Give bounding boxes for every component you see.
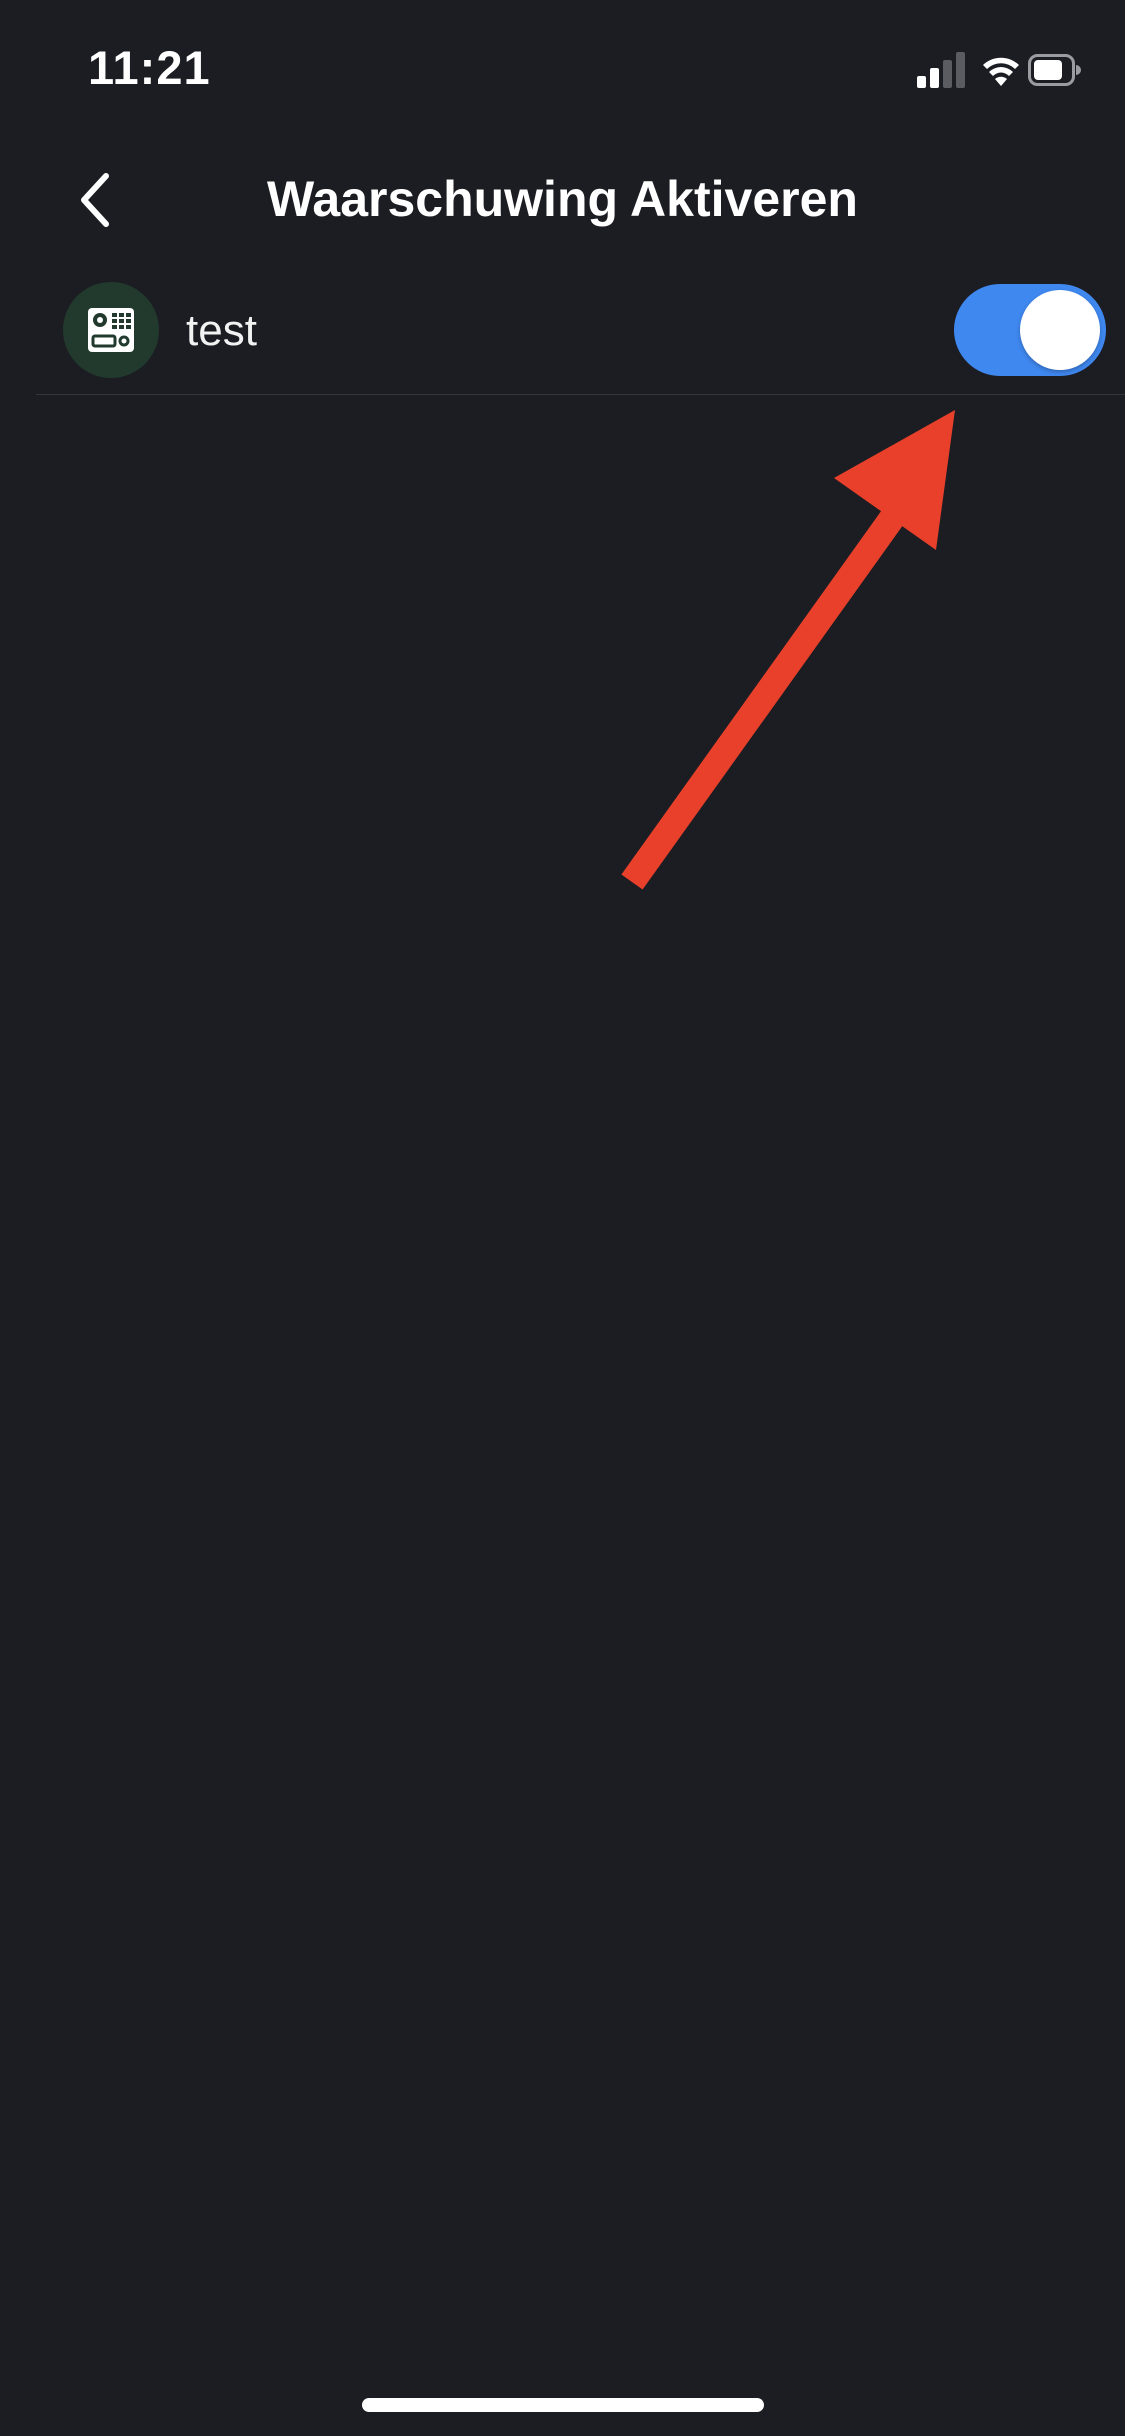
device-avatar [63, 282, 159, 378]
page-title: Waarschuwing Aktiveren [267, 171, 858, 227]
nav-bar: Waarschuwing Aktiveren [0, 150, 1125, 250]
home-indicator[interactable] [362, 2398, 764, 2412]
alert-toggle[interactable] [954, 284, 1106, 376]
status-icons [881, 50, 1081, 90]
device-name: test [186, 306, 257, 355]
list-item: test [36, 270, 1125, 395]
battery-icon [1028, 54, 1081, 86]
cellular-signal-icon [917, 52, 965, 88]
wifi-icon [983, 57, 1019, 86]
device-panel-icon [88, 308, 134, 352]
toggle-knob [1020, 290, 1100, 370]
status-bar: 11:21 [0, 0, 1125, 140]
status-time: 11:21 [88, 41, 211, 94]
